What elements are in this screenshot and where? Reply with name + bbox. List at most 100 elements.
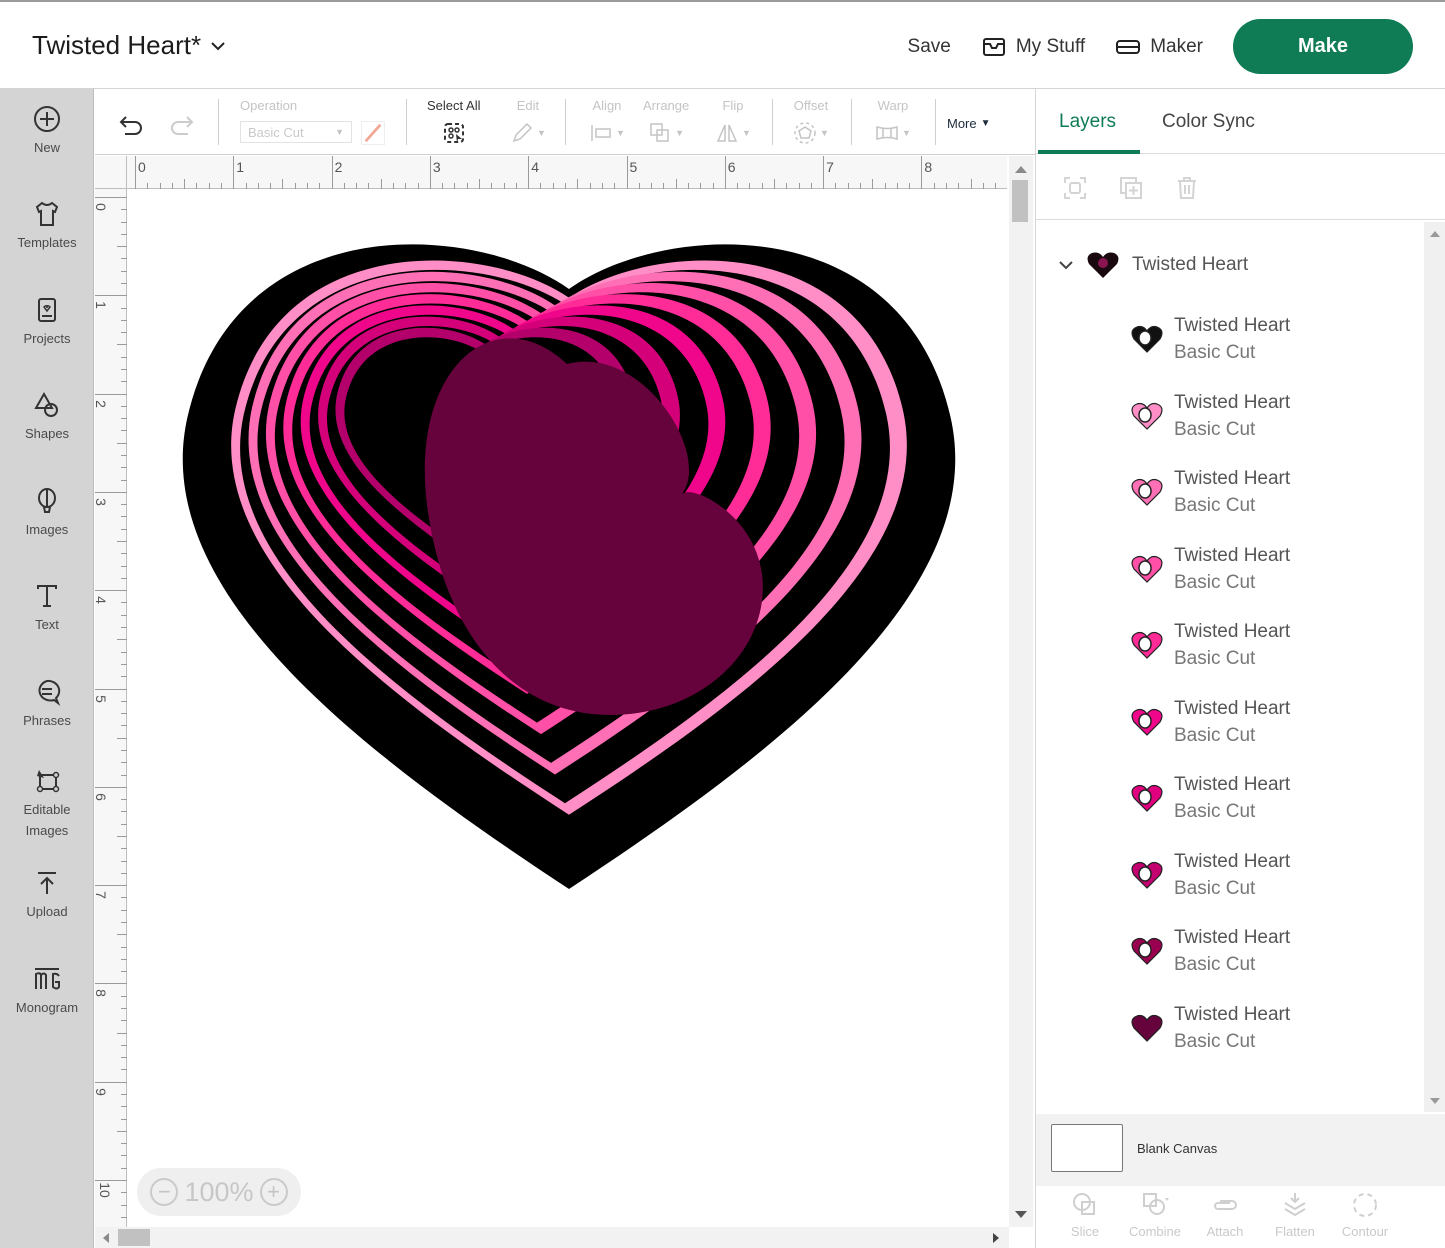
ruler-label: 2 [334, 159, 343, 175]
group-icon[interactable] [1062, 175, 1088, 201]
layer-row[interactable]: Twisted Heart Basic Cut [1130, 1001, 1290, 1055]
scroll-down-arrow-icon[interactable] [1015, 1211, 1027, 1218]
blank-canvas-row[interactable]: Blank Canvas [1036, 1114, 1445, 1186]
ruler-tick [675, 179, 677, 189]
group-name: Twisted Heart [1132, 254, 1249, 275]
ruler-tick [95, 491, 127, 493]
scrollbar-thumb[interactable] [118, 1229, 150, 1246]
redo-icon[interactable] [168, 111, 196, 139]
operation-select[interactable]: Basic Cut ▼ [240, 121, 352, 143]
sidebar-item-new[interactable]: New [0, 103, 94, 158]
scroll-right-arrow-icon[interactable] [993, 1233, 999, 1243]
layer-row[interactable]: Twisted Heart Basic Cut [1130, 695, 1290, 749]
tshirt-icon [35, 201, 59, 226]
arrange-button[interactable]: Arrange ▼ [643, 97, 689, 145]
layer-row[interactable]: Twisted Heart Basic Cut [1130, 465, 1290, 519]
ruler-label: 7 [826, 159, 834, 175]
maker-button[interactable]: Maker [1115, 34, 1203, 60]
edit-button[interactable]: Edit ▼ [510, 97, 546, 145]
sidebar-item-monogram[interactable]: Monogram [0, 963, 94, 1018]
sidebar-item-phrases[interactable]: Phrases [0, 676, 94, 731]
twisted-heart-design[interactable] [172, 234, 967, 894]
ruler-label: 7 [92, 891, 109, 899]
scroll-up-arrow-icon[interactable] [1015, 166, 1027, 173]
design-panel-sidebar: New Templates Projects Shapes Images Tex… [0, 89, 94, 1248]
ruler-tick [380, 179, 382, 189]
layer-name: Twisted Heart [1174, 774, 1291, 795]
zoom-control: − 100% + [137, 1168, 301, 1216]
align-left-icon [591, 125, 611, 141]
layer-operation: Basic Cut [1174, 1030, 1256, 1052]
layer-group-row[interactable]: Twisted Heart [1058, 250, 1248, 280]
ruler-tick [95, 1180, 127, 1181]
ruler-label: 3 [92, 497, 109, 506]
layers-scrollbar[interactable] [1424, 222, 1445, 1112]
monogram-icon [35, 968, 60, 990]
project-card-icon [38, 298, 56, 322]
flip-button[interactable]: Flip ▼ [715, 97, 751, 145]
chevron-down-icon[interactable] [1058, 257, 1074, 273]
trash-icon[interactable] [1174, 175, 1200, 201]
tab-color-sync[interactable]: Color Sync [1162, 111, 1255, 133]
warp-button[interactable]: Warp ▼ [875, 97, 911, 145]
layer-row[interactable]: Twisted Heart Basic Cut [1130, 389, 1290, 443]
more-menu-button[interactable]: More ▼ [947, 116, 991, 131]
ruler-tick [95, 1081, 127, 1083]
slice-button[interactable]: Slice [1050, 1186, 1120, 1248]
sidebar-item-upload[interactable]: Upload [0, 867, 94, 922]
scroll-left-arrow-icon[interactable] [103, 1233, 109, 1243]
tab-layers[interactable]: Layers [1059, 111, 1116, 133]
canvas-horizontal-scrollbar[interactable] [95, 1227, 1009, 1248]
layer-row[interactable]: Twisted Heart Basic Cut [1130, 848, 1290, 902]
canvas-vertical-scrollbar[interactable] [1009, 156, 1033, 1227]
ruler-tick [95, 295, 127, 297]
sidebar-item-text[interactable]: Text [0, 580, 94, 635]
sidebar-item-templates[interactable]: Templates [0, 198, 94, 253]
layer-thumbnail-icon [1131, 708, 1163, 736]
combine-button[interactable]: Combine [1120, 1186, 1190, 1248]
sidebar-item-projects[interactable]: Projects [0, 294, 94, 349]
pen-color-icon[interactable] [361, 121, 385, 145]
sidebar-item-shapes[interactable]: Shapes [0, 389, 94, 444]
layer-operation: Basic Cut [1174, 648, 1256, 669]
ruler-tick [95, 393, 127, 395]
save-button[interactable]: Save [908, 36, 951, 58]
sidebar-item-images[interactable]: Images [0, 485, 94, 540]
align-button[interactable]: Align ▼ [589, 97, 625, 145]
zoom-out-button[interactable]: − [150, 1178, 179, 1206]
layer-row[interactable]: Twisted Heart Basic Cut [1130, 312, 1290, 366]
scroll-down-arrow-icon[interactable] [1430, 1098, 1440, 1104]
scroll-up-arrow-icon[interactable] [1430, 231, 1440, 237]
layer-name: Twisted Heart [1174, 697, 1291, 719]
ruler-tick [479, 179, 481, 189]
layer-name: Twisted Heart [1174, 544, 1291, 566]
layer-row[interactable]: Twisted Heart Basic Cut [1130, 771, 1290, 825]
my-stuff-button[interactable]: My Stuff [981, 34, 1085, 60]
ruler-tick [117, 934, 127, 936]
project-title-menu[interactable]: Twisted Heart* [32, 30, 227, 61]
make-button[interactable]: Make [1233, 19, 1413, 74]
undo-icon[interactable] [117, 111, 145, 139]
layer-row[interactable]: Twisted Heart Basic Cut [1130, 924, 1290, 978]
duplicate-icon[interactable] [1118, 175, 1144, 201]
contour-button[interactable]: Contour [1330, 1186, 1400, 1248]
scrollbar-thumb[interactable] [1012, 180, 1028, 222]
canvas-swatch[interactable] [1051, 1124, 1123, 1172]
offset-button[interactable]: Offset ▼ [793, 97, 829, 145]
select-all-button[interactable]: Select All [427, 97, 480, 145]
ruler-tick [95, 885, 127, 887]
ruler-label: 9 [92, 1087, 109, 1096]
attach-button[interactable]: Attach [1190, 1186, 1260, 1248]
flatten-button[interactable]: Flatten [1260, 1186, 1330, 1248]
layer-row[interactable]: Twisted Heart Basic Cut [1130, 618, 1290, 672]
ruler-vertical: 0 1 2 3 4 5 6 7 8 9 10 [92, 189, 127, 1227]
zoom-in-button[interactable]: + [259, 1178, 288, 1206]
design-canvas[interactable] [127, 189, 1007, 1227]
layer-row[interactable]: Twisted Heart Basic Cut [1130, 542, 1290, 596]
ruler-tick [117, 442, 127, 444]
ruler-tick [95, 786, 127, 788]
ruler-tick [117, 541, 127, 543]
sidebar-item-editable-images[interactable]: Editable Images [0, 765, 94, 841]
pencil-icon [512, 122, 533, 143]
layer-name: Twisted Heart [1174, 850, 1291, 872]
